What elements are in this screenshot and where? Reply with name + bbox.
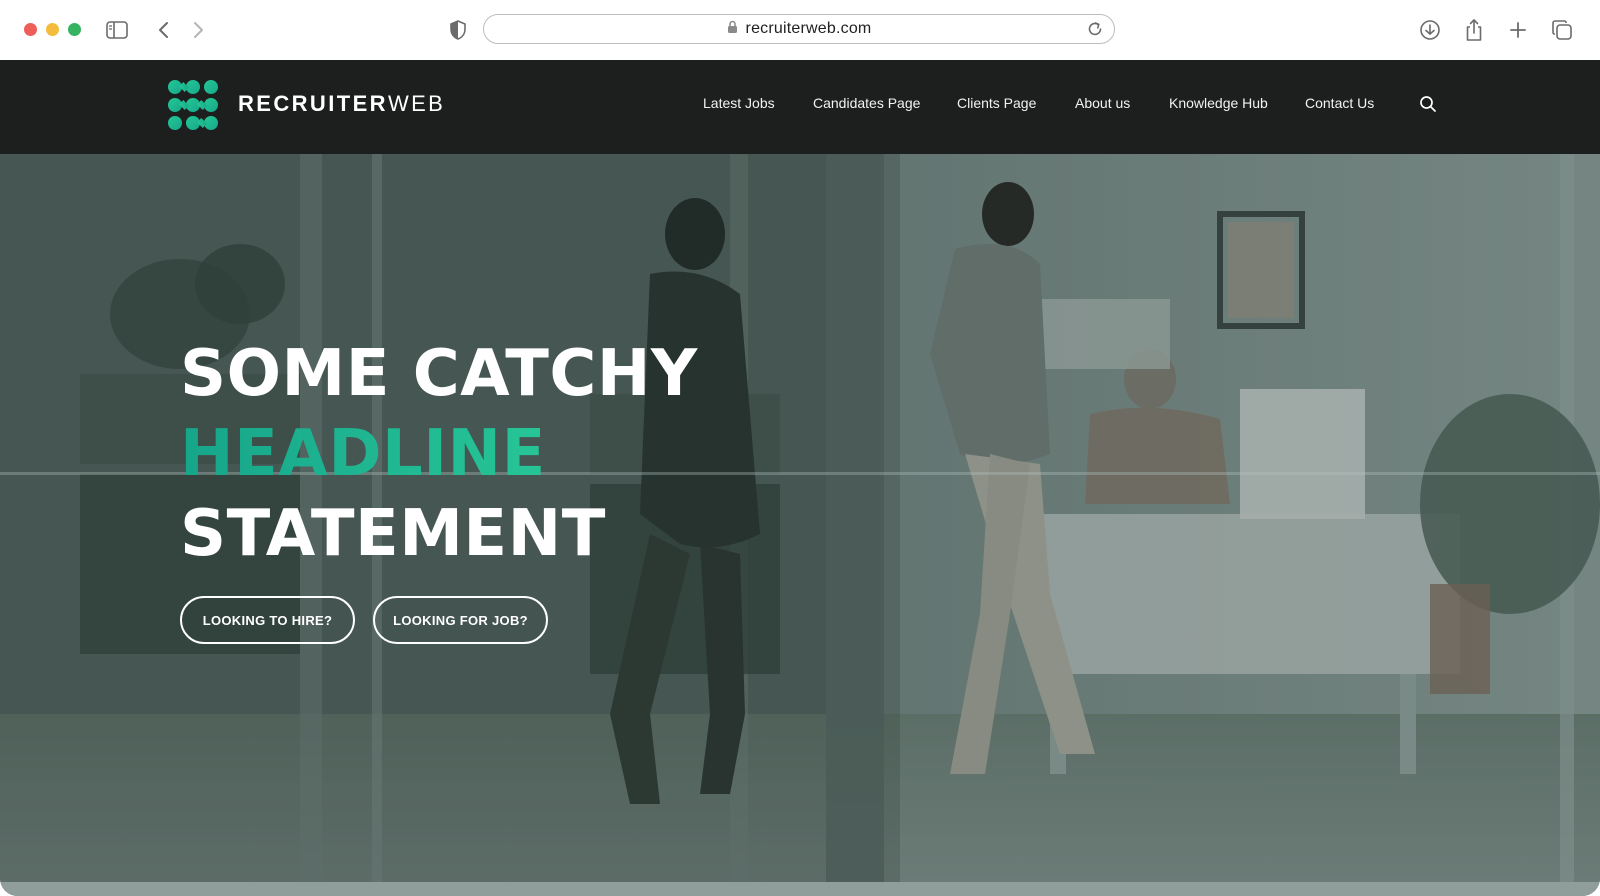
nav-knowledge-hub[interactable]: Knowledge Hub (1169, 95, 1268, 111)
url-text: recruiterweb.com (745, 20, 872, 37)
nav-clients-page[interactable]: Clients Page (957, 95, 1036, 111)
nav-contact-us[interactable]: Contact Us (1305, 95, 1374, 111)
chevron-right-icon[interactable] (184, 16, 212, 44)
hero-line-3: STATEMENT (180, 497, 606, 571)
tab-overview-icon[interactable] (1548, 16, 1576, 44)
search-icon[interactable] (1416, 92, 1440, 116)
sidebar-toggle-icon[interactable] (103, 16, 131, 44)
chevron-left-icon[interactable] (150, 16, 178, 44)
nav-latest-jobs[interactable]: Latest Jobs (703, 95, 775, 111)
reload-icon[interactable] (1086, 20, 1104, 43)
hero-section: SOME CATCHY HEADLINE STATEMENT LOOKING T… (0, 154, 1600, 896)
shield-icon[interactable] (444, 16, 472, 44)
looking-for-job-button[interactable]: LOOKING FOR JOB? (373, 596, 548, 644)
brand-part-2: WEB (387, 91, 446, 116)
section-divider (0, 882, 1600, 896)
website: RECRUITERWEB Latest Jobs Candidates Page… (0, 60, 1600, 896)
site-header: RECRUITERWEB Latest Jobs Candidates Page… (0, 60, 1600, 154)
close-window-button[interactable] (24, 23, 37, 36)
address-bar[interactable]: recruiterweb.com (483, 14, 1115, 44)
browser-window: recruiterweb.com RECRUITERWEB Latest Job… (0, 0, 1600, 896)
brand-wordmark[interactable]: RECRUITERWEB (238, 91, 445, 117)
download-icon[interactable] (1416, 16, 1444, 44)
hero-line-1: SOME CATCHY (180, 337, 698, 411)
nav-about-us[interactable]: About us (1075, 95, 1130, 111)
brand-part-1: RECRUITER (238, 91, 388, 116)
browser-toolbar: recruiterweb.com (0, 0, 1600, 61)
nav-candidates-page[interactable]: Candidates Page (813, 95, 920, 111)
hero-line-2: HEADLINE (180, 414, 698, 494)
looking-to-hire-button[interactable]: LOOKING TO HIRE? (180, 596, 355, 644)
zoom-window-button[interactable] (68, 23, 81, 36)
minimize-window-button[interactable] (46, 23, 59, 36)
brand-logo-icon[interactable] (166, 78, 220, 132)
lock-icon (727, 20, 738, 39)
share-icon[interactable] (1460, 16, 1488, 44)
hero-headline: SOME CATCHY HEADLINE STATEMENT (180, 334, 698, 574)
plus-icon[interactable] (1504, 16, 1532, 44)
